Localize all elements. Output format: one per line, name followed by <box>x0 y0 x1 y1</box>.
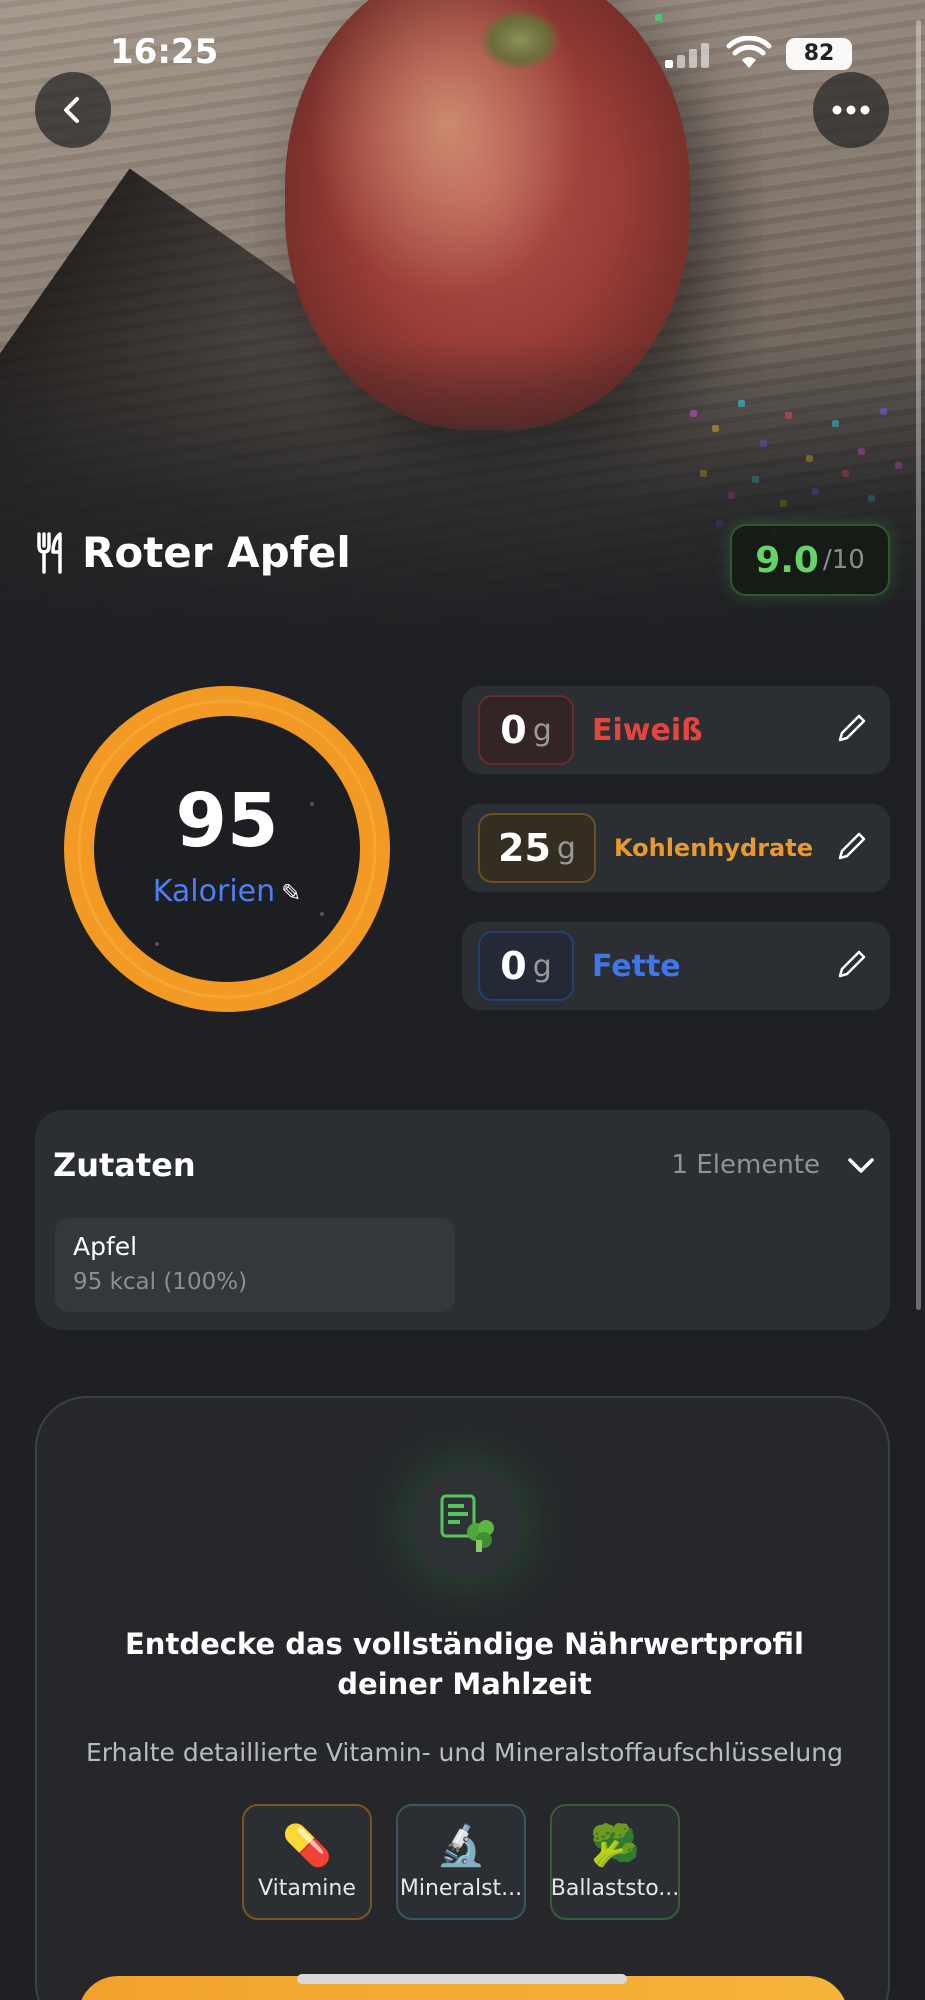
score-value: 9.0 <box>755 539 819 581</box>
macro-amount-box: 0g <box>478 931 574 1001</box>
meal-title: Roter Apfel <box>82 528 351 577</box>
ingredient-item[interactable]: Apfel 95 kcal (100%) <box>55 1218 455 1312</box>
pencil-icon: ✎ <box>281 879 302 907</box>
chevron-left-icon <box>64 97 79 123</box>
wifi-icon <box>726 36 772 68</box>
health-score-badge[interactable]: 9.0 /10 <box>730 524 890 596</box>
pill-icon: 💊 <box>282 1822 332 1869</box>
ingredients-card: Zutaten 1 Elemente Apfel 95 kcal (100%) <box>35 1110 890 1330</box>
macro-amount: 0 <box>500 944 527 988</box>
meal-title-row: Roter Apfel <box>36 528 351 577</box>
ellipsis-icon <box>832 105 870 115</box>
macro-amount-box: 0g <box>478 695 574 765</box>
nutrition-profile-card: Entdecke das vollständige Nährwertprofil… <box>35 1396 890 2000</box>
chip-vitamins[interactable]: 💊 Vitamine <box>242 1804 372 1920</box>
status-time: 16:25 <box>110 32 219 72</box>
edit-pencil-icon[interactable] <box>832 708 872 748</box>
chevron-down-icon[interactable] <box>844 1148 878 1182</box>
macro-fat[interactable]: 0g Fette <box>462 922 890 1010</box>
macro-amount: 0 <box>500 708 527 752</box>
macro-unit: g <box>532 948 552 984</box>
calories-label-row[interactable]: Kalorien ✎ <box>62 874 392 909</box>
ingredient-name: Apfel <box>73 1232 138 1261</box>
macro-amount-box: 25 g <box>478 813 596 883</box>
edit-pencil-icon[interactable] <box>832 944 872 984</box>
more-options-button[interactable] <box>813 72 889 148</box>
promo-title-line1: Entdecke das vollständige Nährwertprofil <box>125 1627 804 1661</box>
promo-title: Entdecke das vollständige Nährwertprofil… <box>37 1624 892 1704</box>
ingredients-count[interactable]: 1 Elemente <box>672 1150 820 1180</box>
score-max: /10 <box>822 545 865 575</box>
home-indicator <box>297 1974 627 1984</box>
edit-pencil-icon[interactable] <box>832 826 872 866</box>
macro-carbs[interactable]: 25 g Kohlenhydrate <box>462 804 890 892</box>
microscope-icon: 🔬 <box>436 1822 486 1869</box>
back-button[interactable] <box>35 72 111 148</box>
ingredients-title: Zutaten <box>53 1146 196 1184</box>
nutrition-report-icon <box>412 1468 522 1578</box>
battery-indicator: 82 <box>786 38 852 70</box>
macro-label: Kohlenhydrate <box>613 834 813 862</box>
chip-label: Ballaststo... <box>550 1875 680 1901</box>
fork-knife-icon <box>37 531 62 574</box>
macro-unit: g <box>556 830 576 866</box>
macro-protein[interactable]: 0g Eiweiß <box>462 686 890 774</box>
chip-label: Mineralst... <box>399 1875 523 1901</box>
macro-unit: g <box>532 712 552 748</box>
chip-label: Vitamine <box>258 1875 356 1901</box>
broccoli-icon: 🥦 <box>590 1822 640 1869</box>
scrollbar[interactable] <box>916 20 921 1310</box>
calories-value: 95 <box>175 778 279 864</box>
ingredient-calories: 95 kcal (100%) <box>73 1269 248 1295</box>
macro-label: Eiweiß <box>592 712 703 748</box>
macro-label: Fette <box>592 948 681 984</box>
signal-icon <box>665 42 715 68</box>
promo-title-line2: deiner Mahlzeit <box>337 1667 592 1701</box>
chip-minerals[interactable]: 🔬 Mineralst... <box>396 1804 526 1920</box>
nutrient-chips: 💊 Vitamine 🔬 Mineralst... 🥦 Ballaststo..… <box>242 1804 680 1920</box>
chip-fiber[interactable]: 🥦 Ballaststo... <box>550 1804 680 1920</box>
promo-subtitle: Erhalte detaillierte Vitamin- und Minera… <box>86 1738 843 1767</box>
calories-label: Kalorien <box>152 874 276 909</box>
macro-amount: 25 <box>498 826 551 870</box>
